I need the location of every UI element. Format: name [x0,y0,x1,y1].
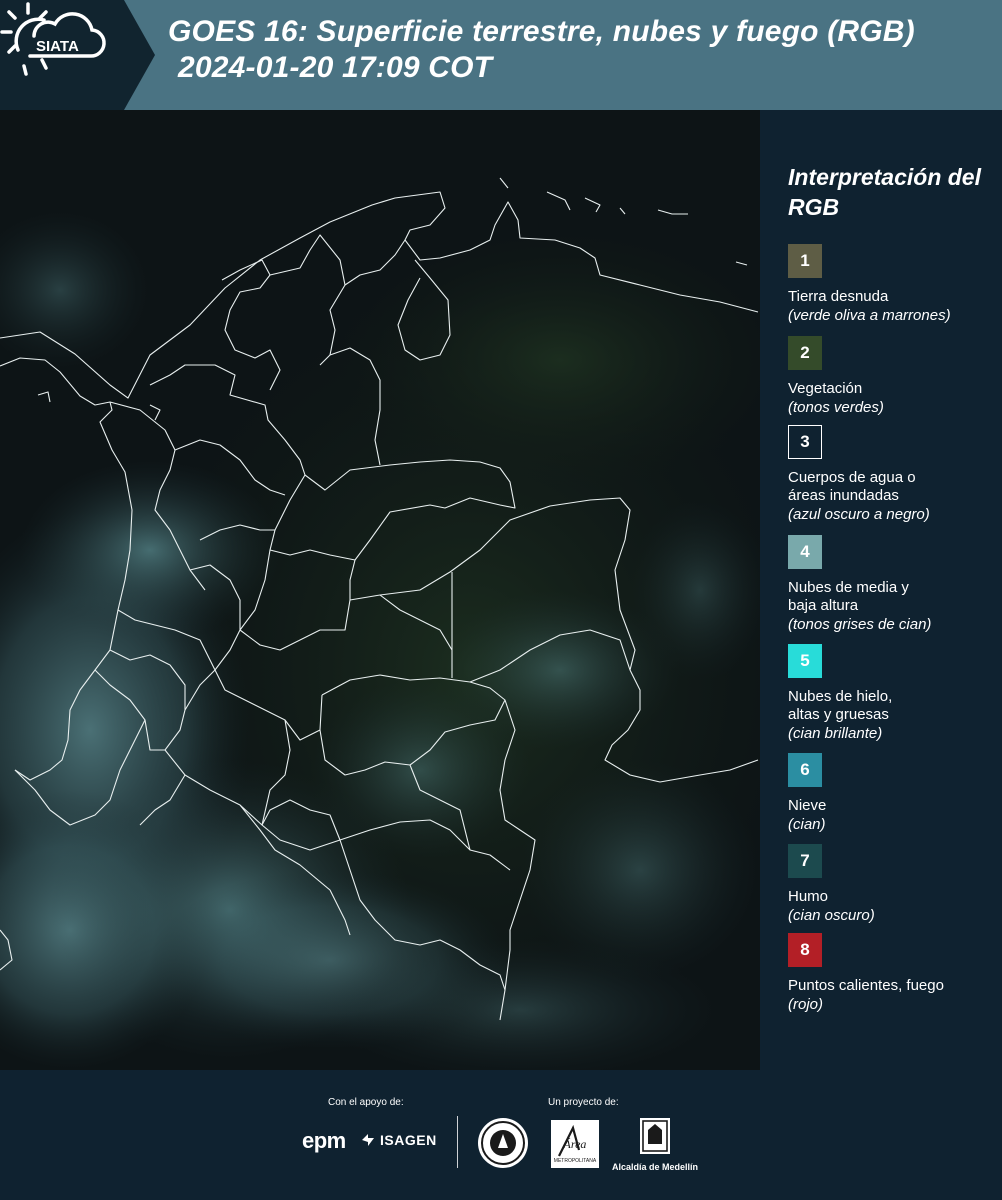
footer-sponsors: Con el apoyo de: Un proyecto de: epm ISA… [0,1070,1002,1200]
logo-block: SIATA [0,0,155,110]
legend-number: 4 [800,542,810,561]
legend-number: 2 [800,343,810,362]
legend-note: (cian brillante) [788,725,883,742]
legend-note: (verde oliva a marrones) [788,307,951,324]
legend-number: 1 [800,251,810,270]
area-metropolitana-logo: Área METROPOLITANA [551,1120,599,1168]
rgb-legend: Interpretación del RGB 1 Tierra desnuda … [760,110,1002,1070]
legend-note: (tonos verdes) [788,399,884,416]
legend-swatch: 2 [788,336,822,370]
legend-label: Cuerpos de agua o áreas inundadas [788,469,916,504]
legend-label: Tierra desnuda [788,288,889,305]
medellin-university-seal-icon [478,1118,528,1168]
legend-label: Nubes de hielo, altas y gruesas [788,688,893,723]
legend-number: 8 [800,940,810,959]
legend-swatch: 3 [788,425,822,459]
satellite-image [0,110,760,1070]
legend-label: Humo [788,888,829,905]
satellite-map [0,110,760,1070]
legend-number: 5 [800,651,810,670]
legend-item-fire: 8 Puntos calientes, fuego (rojo) [788,933,998,1014]
legend-item-snow: 6 Nieve (cian) [788,753,998,834]
isagen-mark-icon [362,1134,374,1146]
legend-number: 6 [800,760,810,779]
legend-item-vegetation: 2 Vegetación (tonos verdes) [788,336,998,417]
isagen-label: ISAGEN [380,1132,437,1148]
legend-swatch: 7 [788,844,822,878]
footer-divider [457,1116,458,1168]
legend-item-bare-soil: 1 Tierra desnuda (verde oliva a marrones… [788,244,998,325]
legend-item-water: 3 Cuerpos de agua o áreas inundadas (azu… [788,425,998,524]
legend-note: (rojo) [788,996,824,1013]
legend-label: Vegetación [788,380,863,397]
legend-note: (cian) [788,816,826,833]
legend-note: (tonos grises de cian) [788,616,932,633]
legend-label: Puntos calientes, fuego [788,977,944,994]
legend-item-ice-clouds: 5 Nubes de hielo, altas y gruesas (cian … [788,644,998,743]
isagen-logo: ISAGEN [360,1132,437,1148]
legend-title: Interpretación del RGB [788,164,981,220]
legend-swatch: 4 [788,535,822,569]
svg-text:SIATA: SIATA [36,38,79,55]
legend-label: Nieve [788,797,827,814]
legend-number: 7 [800,851,810,870]
legend-number: 3 [800,432,810,451]
title-product: GOES 16: Superficie terrestre, nubes y f… [168,15,915,48]
svg-text:Área: Área [563,1137,587,1151]
legend-note: (cian oscuro) [788,907,875,924]
legend-label: Nubes de media y baja altura [788,579,909,614]
legend-swatch: 1 [788,244,822,278]
project-label: Un proyecto de: [548,1097,619,1108]
support-label: Con el apoyo de: [328,1097,404,1108]
page-title: GOES 16: Superficie terrestre, nubes y f… [168,14,998,86]
legend-item-low-clouds: 4 Nubes de media y baja altura (tonos gr… [788,535,998,634]
medellin-shield-icon [640,1118,670,1154]
title-datetime: 2024-01-20 17:09 COT [178,51,493,84]
legend-item-smoke: 7 Humo (cian oscuro) [788,844,998,925]
legend-swatch: 6 [788,753,822,787]
epm-logo: epm [302,1128,346,1153]
legend-swatch: 5 [788,644,822,678]
legend-note: (azul oscuro a negro) [788,506,930,523]
legend-swatch: 8 [788,933,822,967]
header-bar: SIATA GOES 16: Superficie terrestre, nub… [0,0,1002,110]
alcaldia-label: Alcaldía de Medellín [612,1162,699,1172]
siata-logo-icon: SIATA [0,2,106,76]
svg-text:METROPOLITANA: METROPOLITANA [554,1158,597,1164]
